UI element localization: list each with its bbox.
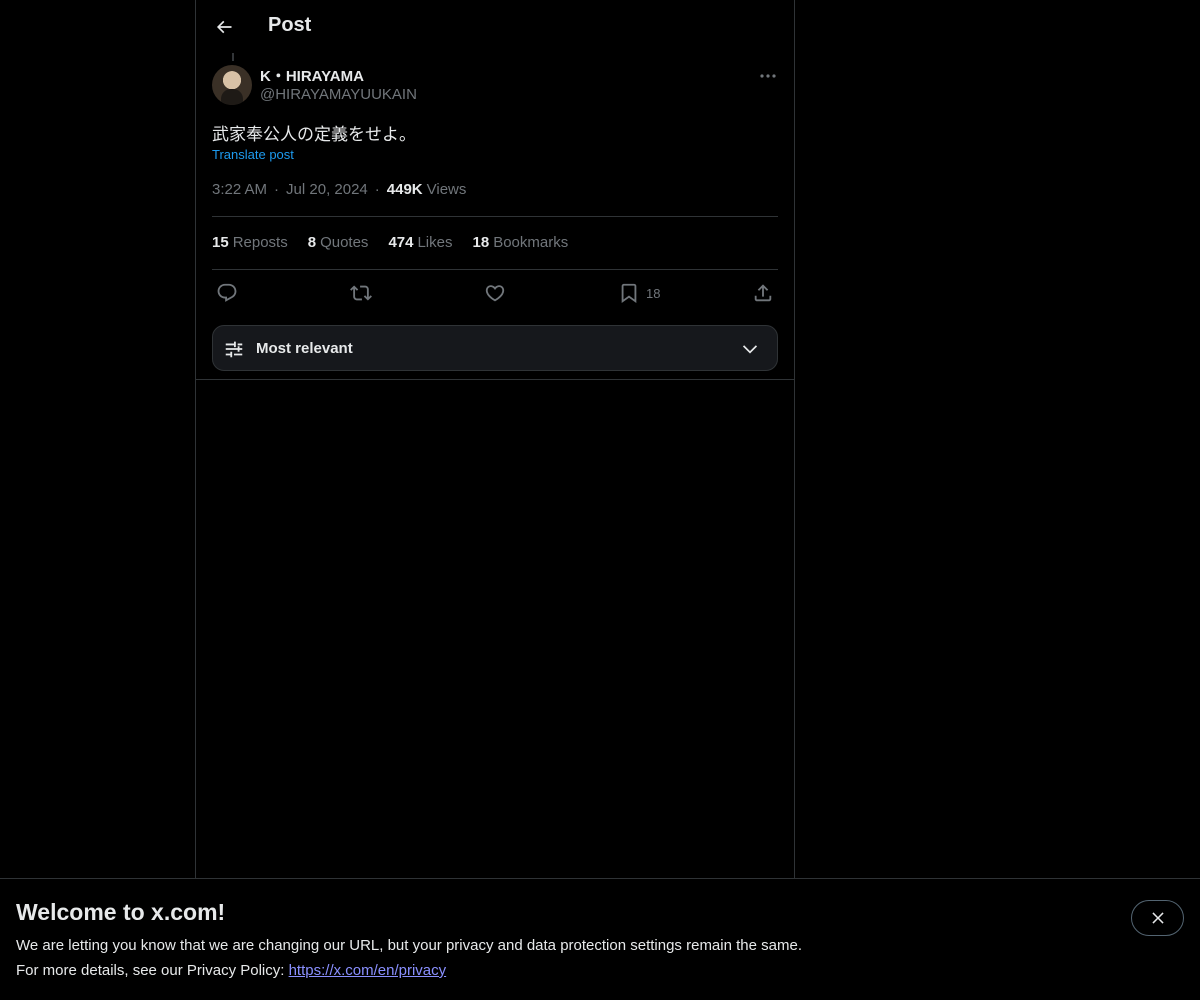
heart-icon [485,285,505,302]
translate-post-link[interactable]: Translate post [212,147,294,162]
reposts-label: Reposts [232,234,288,251]
post-date[interactable]: Jul 20, 2024 [286,181,368,198]
post-header: Post [196,0,794,53]
post-text: 武家奉公人の定義をせよ。 [212,125,416,144]
main-column: Post K・HIRAYAMA @HIRAYAMAYUUKAIN 武家奉公人の定… [195,0,795,1000]
reply-icon [217,283,237,302]
more-options-button[interactable] [756,66,780,86]
reposts-count: 15 [212,234,229,251]
author-display-name[interactable]: K・HIRAYAMA [260,65,364,86]
banner-message: We are letting you know that we are chan… [16,937,802,954]
share-button[interactable] [752,281,774,305]
share-icon [754,284,772,302]
post-time[interactable]: 3:22 AM [212,181,267,198]
reply-button[interactable] [216,281,238,305]
meta-separator: · [374,181,380,198]
engagement-stats: 15 Reposts 8 Quotes 474 Likes 18 Bookmarks [212,234,588,251]
quotes-label: Quotes [320,234,369,251]
banner-title: Welcome to x.com! [16,899,226,925]
quotes-count: 8 [307,234,317,251]
thread-line [232,53,234,61]
url-change-banner: Welcome to x.com! We are letting you kno… [0,878,1200,1000]
sort-label: Most relevant [256,340,353,357]
reply-sort-dropdown[interactable]: Most relevant [212,325,778,371]
likes-count: 474 [388,234,414,251]
page-title: Post [268,14,312,36]
repost-icon [350,285,372,301]
reposts-stat[interactable]: 15 Reposts [212,234,288,251]
bookmark-count: 18 [646,285,661,301]
divider [212,216,778,217]
avatar[interactable] [212,65,252,105]
quotes-stat[interactable]: 8 Quotes [308,234,369,251]
meta-separator: · [274,181,280,198]
more-dots-icon [760,74,776,78]
bookmarks-count: 18 [472,234,490,251]
sliders-icon [225,341,243,358]
post-meta: 3:22 AM · Jul 20, 2024 · 449K Views [212,181,466,198]
views-count: 449K [386,181,423,198]
bookmark-button[interactable]: 18 [618,281,660,305]
author-handle[interactable]: @HIRAYAMAYUUKAIN [260,86,417,103]
views-label: Views [426,181,467,198]
banner-details-text: For more details, see our Privacy Policy… [16,962,289,979]
banner-details: For more details, see our Privacy Policy… [16,962,446,979]
arrow-left-icon [216,20,232,34]
banner-close-button[interactable] [1131,900,1184,936]
likes-label: Likes [417,234,453,251]
like-button[interactable] [484,281,506,305]
repost-button[interactable] [350,281,372,305]
chevron-down-icon [742,345,758,354]
privacy-policy-link[interactable]: https://x.com/en/privacy [289,962,447,979]
likes-stat[interactable]: 474 Likes [388,234,452,251]
divider [196,379,794,380]
bookmark-icon [621,283,637,304]
close-icon [1151,912,1164,924]
bookmarks-label: Bookmarks [493,234,569,251]
back-button[interactable] [208,11,240,43]
bookmarks-stat[interactable]: 18 Bookmarks [473,234,569,251]
divider [212,269,778,270]
